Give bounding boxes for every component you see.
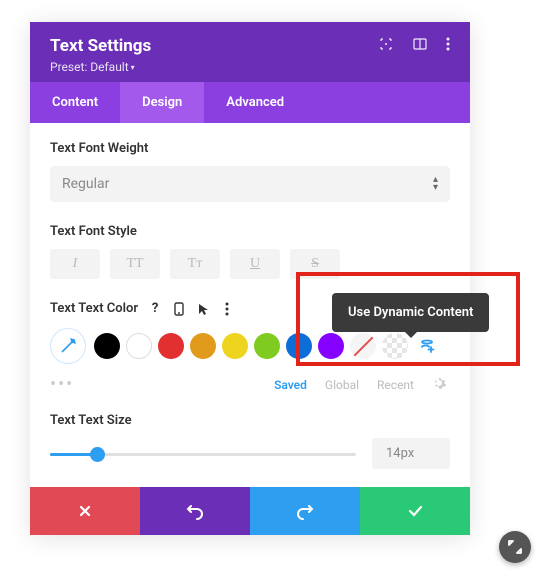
color-swatches <box>50 328 450 364</box>
font-weight-select[interactable]: Regular ▴▾ <box>50 166 450 202</box>
confirm-button[interactable] <box>360 487 470 535</box>
tab-design[interactable]: Design <box>120 82 204 123</box>
cancel-button[interactable] <box>30 487 140 535</box>
style-capitalize-button[interactable]: Tᴛ <box>170 249 220 279</box>
gear-icon[interactable] <box>432 376 446 393</box>
expand-icon[interactable] <box>378 36 394 56</box>
panel-title: Text Settings <box>50 36 151 56</box>
resize-handle[interactable] <box>499 531 531 563</box>
font-style-label: Text Font Style <box>50 224 450 239</box>
panel-icon[interactable] <box>412 36 428 56</box>
hover-icon[interactable] <box>196 302 210 316</box>
swatch-red[interactable] <box>158 333 184 359</box>
tabs-bar: Content Design Advanced <box>30 82 470 123</box>
style-italic-button[interactable]: I <box>50 249 100 279</box>
color-tab-saved[interactable]: Saved <box>274 378 307 392</box>
redo-button[interactable] <box>250 487 360 535</box>
options-icon[interactable] <box>220 302 234 316</box>
color-tab-global[interactable]: Global <box>325 378 359 392</box>
swatch-purple[interactable] <box>318 333 344 359</box>
select-caret-icon: ▴▾ <box>433 176 438 192</box>
dynamic-content-button[interactable] <box>418 337 436 355</box>
font-weight-label: Text Font Weight <box>50 141 450 156</box>
more-icon[interactable] <box>446 36 450 56</box>
footer-bar <box>30 487 470 535</box>
style-strike-button[interactable]: S <box>290 249 340 279</box>
slider-thumb[interactable] <box>90 447 105 462</box>
swatch-green[interactable] <box>254 333 280 359</box>
color-picker-button[interactable] <box>50 328 86 364</box>
text-size-label: Text Text Size <box>50 413 450 428</box>
swatch-black[interactable] <box>94 333 120 359</box>
font-weight-value: Regular <box>62 176 109 192</box>
swatch-blue[interactable] <box>286 333 312 359</box>
help-icon[interactable]: ? <box>148 302 162 316</box>
responsive-icon[interactable] <box>172 302 186 316</box>
tab-advanced[interactable]: Advanced <box>204 82 306 123</box>
swatch-yellow[interactable] <box>222 333 248 359</box>
color-tab-recent[interactable]: Recent <box>377 378 414 392</box>
more-swatches-icon[interactable]: ••• <box>50 374 74 395</box>
swatch-orange[interactable] <box>190 333 216 359</box>
swatch-none[interactable] <box>350 333 376 359</box>
text-size-input[interactable]: 14px <box>372 438 450 469</box>
preset-selector[interactable]: Preset: Default <box>50 60 450 74</box>
tab-content[interactable]: Content <box>30 82 120 123</box>
settings-panel: Text Settings <box>30 22 470 535</box>
dynamic-content-tooltip: Use Dynamic Content <box>332 293 489 332</box>
text-color-label: Text Text Color <box>50 301 138 316</box>
style-uppercase-button[interactable]: TT <box>110 249 160 279</box>
style-underline-button[interactable]: U <box>230 249 280 279</box>
undo-button[interactable] <box>140 487 250 535</box>
panel-header: Text Settings <box>30 22 470 82</box>
text-size-slider[interactable] <box>50 444 356 464</box>
swatch-white[interactable] <box>126 333 152 359</box>
